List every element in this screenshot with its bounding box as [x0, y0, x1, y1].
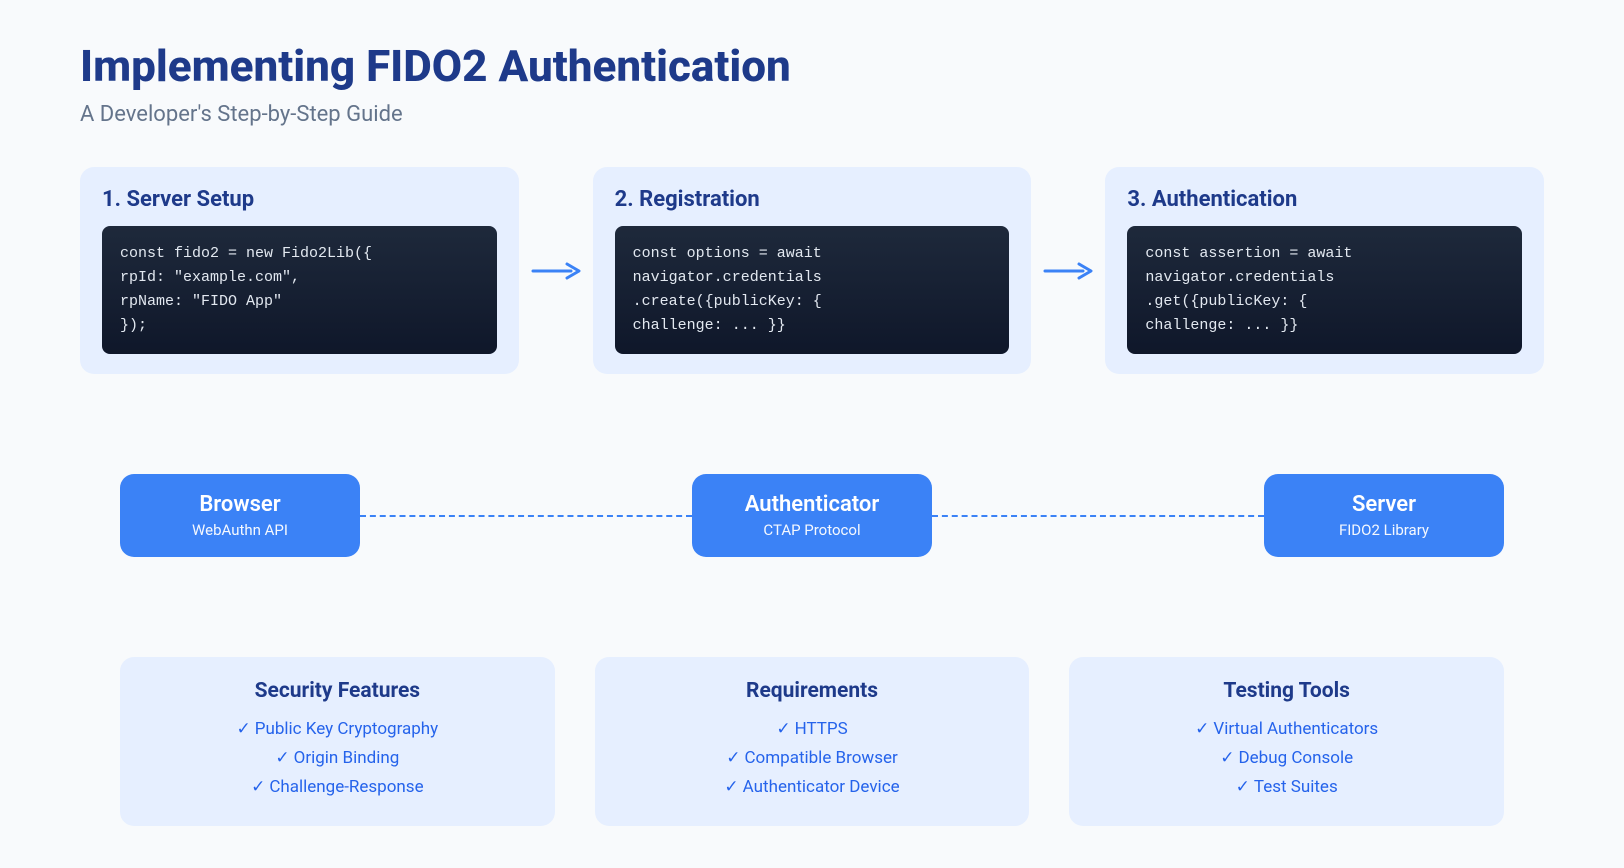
actor-server: Server FIDO2 Library: [1264, 474, 1504, 557]
code-block: const options = await navigator.credenti…: [615, 226, 1010, 354]
info-card-testing: Testing Tools ✓Virtual Authenticators ✓D…: [1069, 657, 1504, 826]
dashed-connector: [932, 515, 1264, 517]
step-title: 3. Authentication: [1127, 187, 1522, 212]
check-icon: ✓: [236, 719, 250, 739]
actor-title: Server: [1304, 492, 1464, 517]
check-icon: ✓: [726, 748, 740, 768]
dashed-connector: [360, 515, 692, 517]
actors-row: Browser WebAuthn API Authenticator CTAP …: [120, 474, 1504, 557]
actor-subtitle: FIDO2 Library: [1304, 521, 1464, 539]
actor-subtitle: WebAuthn API: [160, 521, 320, 539]
info-title: Testing Tools: [1099, 679, 1474, 703]
step-title: 1. Server Setup: [102, 187, 497, 212]
actor-browser: Browser WebAuthn API: [120, 474, 360, 557]
step-authentication: 3. Authentication const assertion = awai…: [1105, 167, 1544, 374]
page-subtitle: A Developer's Step-by-Step Guide: [80, 102, 1544, 127]
actor-authenticator: Authenticator CTAP Protocol: [692, 474, 932, 557]
info-title: Security Features: [150, 679, 525, 703]
check-icon: ✓: [275, 748, 289, 768]
info-item: ✓Origin Binding: [150, 744, 525, 773]
info-item: ✓Debug Console: [1099, 744, 1474, 773]
page-title: Implementing FIDO2 Authentication: [80, 40, 1544, 92]
info-title: Requirements: [625, 679, 1000, 703]
info-item: ✓Compatible Browser: [625, 744, 1000, 773]
code-block: const fido2 = new Fido2Lib({ rpId: "exam…: [102, 226, 497, 354]
info-item: ✓Test Suites: [1099, 773, 1474, 802]
actor-subtitle: CTAP Protocol: [732, 521, 892, 539]
info-card-requirements: Requirements ✓HTTPS ✓Compatible Browser …: [595, 657, 1030, 826]
actor-title: Authenticator: [732, 492, 892, 517]
check-icon: ✓: [1220, 748, 1234, 768]
arrow-icon: [531, 262, 581, 280]
check-icon: ✓: [1195, 719, 1209, 739]
info-item: ✓HTTPS: [625, 715, 1000, 744]
step-server-setup: 1. Server Setup const fido2 = new Fido2L…: [80, 167, 519, 374]
step-registration: 2. Registration const options = await na…: [593, 167, 1032, 374]
check-icon: ✓: [724, 777, 738, 797]
code-block: const assertion = await navigator.creden…: [1127, 226, 1522, 354]
check-icon: ✓: [1236, 777, 1250, 797]
step-title: 2. Registration: [615, 187, 1010, 212]
info-card-security: Security Features ✓Public Key Cryptograp…: [120, 657, 555, 826]
check-icon: ✓: [776, 719, 790, 739]
info-item: ✓Challenge-Response: [150, 773, 525, 802]
info-item: ✓Virtual Authenticators: [1099, 715, 1474, 744]
info-row: Security Features ✓Public Key Cryptograp…: [120, 657, 1504, 826]
info-item: ✓Public Key Cryptography: [150, 715, 525, 744]
actor-title: Browser: [160, 492, 320, 517]
check-icon: ✓: [251, 777, 265, 797]
arrow-icon: [1043, 262, 1093, 280]
steps-row: 1. Server Setup const fido2 = new Fido2L…: [80, 167, 1544, 374]
info-item: ✓Authenticator Device: [625, 773, 1000, 802]
